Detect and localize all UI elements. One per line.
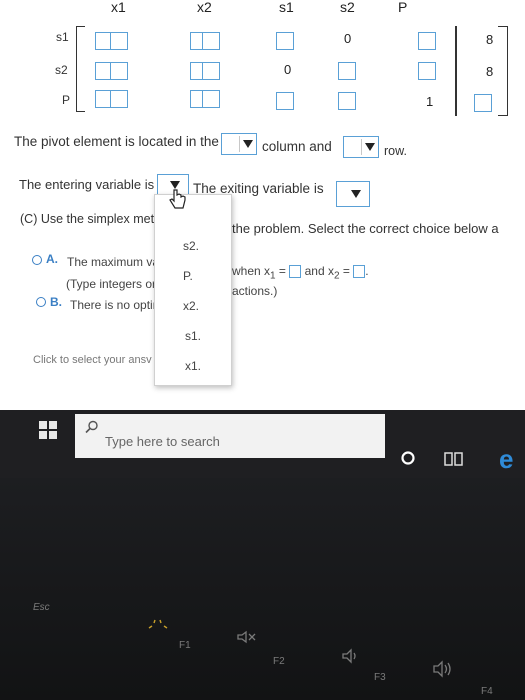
exiting-variable-dropdown[interactable] bbox=[336, 181, 370, 207]
key-f1: F1 bbox=[179, 640, 191, 651]
browser-screen: x1 x2 s1 s2 P s1 s2 P 0 8 0 8 1 The pivo… bbox=[0, 0, 525, 478]
pivot-text-mid: column and bbox=[262, 139, 332, 154]
taskbar-search-box[interactable]: Type here to search bbox=[75, 414, 385, 458]
windows-taskbar: Type here to search e bbox=[0, 410, 525, 478]
row-header-s2: s2 bbox=[55, 63, 68, 77]
cell-r2-s1-input[interactable] bbox=[276, 92, 294, 110]
dropdown-separator bbox=[361, 139, 362, 155]
pivot-column-dropdown[interactable] bbox=[221, 133, 257, 155]
cell-r0-rhs: 8 bbox=[486, 32, 494, 47]
row-header-p: P bbox=[62, 93, 71, 107]
windows-start-icon[interactable] bbox=[38, 420, 58, 440]
header-s1: s1 bbox=[279, 0, 294, 15]
mute-icon bbox=[237, 630, 256, 644]
cell-r1-s2-input[interactable] bbox=[338, 62, 356, 80]
option-x1[interactable]: x1. bbox=[185, 359, 201, 373]
choice-a-letter: A. bbox=[46, 252, 58, 266]
cell-r1-p-input[interactable] bbox=[418, 62, 436, 80]
choice-a-radio[interactable] bbox=[32, 255, 42, 265]
choice-a-hint-end: actions.) bbox=[232, 284, 278, 298]
cell-r0-s1-input[interactable] bbox=[276, 32, 294, 50]
volume-up-icon bbox=[433, 660, 451, 678]
choice-a-text: The maximum va bbox=[67, 255, 160, 269]
cell-r0-x2b-input[interactable] bbox=[202, 32, 220, 50]
entering-text: The entering variable is bbox=[19, 177, 155, 192]
edge-browser-icon[interactable]: e bbox=[498, 446, 524, 472]
choice-a-and: and x bbox=[304, 264, 334, 278]
cell-r1-s1: 0 bbox=[284, 62, 292, 77]
task-view-icon[interactable] bbox=[444, 450, 464, 468]
choice-a-solution-line: when x1 = and x2 = . bbox=[232, 264, 369, 282]
cell-r2-x1b-input[interactable] bbox=[110, 90, 128, 108]
hand-cursor-icon bbox=[169, 189, 186, 209]
part-c-text-start: (C) Use the simplex met bbox=[20, 212, 155, 226]
entering-variable-options: s2. P. x2. s1. x1. bbox=[154, 194, 232, 386]
laptop-keyboard: Esc F1 F2 F3 F4 bbox=[0, 478, 525, 700]
cell-r1-rhs: 8 bbox=[486, 64, 494, 79]
cell-r2-s2-input[interactable] bbox=[338, 92, 356, 110]
cell-r2-rhs-input[interactable] bbox=[474, 94, 492, 112]
pivot-text-end: row. bbox=[384, 144, 407, 158]
key-esc: Esc bbox=[33, 602, 50, 613]
option-s1[interactable]: s1. bbox=[185, 329, 201, 343]
cell-r0-p-input[interactable] bbox=[418, 32, 436, 50]
svg-text:e: e bbox=[499, 446, 513, 472]
caret-down-icon bbox=[243, 140, 253, 148]
choice-b-radio[interactable] bbox=[36, 297, 46, 307]
key-f3: F3 bbox=[374, 672, 386, 683]
caret-down-icon bbox=[365, 143, 375, 151]
key-f4: F4 bbox=[481, 686, 493, 697]
choice-a-hint-start: (Type integers or bbox=[66, 277, 157, 291]
x2-value-input[interactable] bbox=[353, 265, 366, 279]
choice-a-eq2: = bbox=[339, 264, 350, 278]
cell-r0-s2: 0 bbox=[344, 31, 352, 46]
pivot-text-start: The pivot element is located in the bbox=[14, 134, 219, 149]
option-p[interactable]: P. bbox=[183, 269, 193, 283]
search-icon bbox=[85, 420, 98, 434]
cortana-icon[interactable] bbox=[400, 450, 416, 466]
caret-down-icon bbox=[351, 190, 361, 198]
x1-value-input[interactable] bbox=[289, 265, 302, 279]
header-x1: x1 bbox=[111, 0, 126, 15]
matrix-left-bracket bbox=[76, 26, 85, 112]
header-s2: s2 bbox=[340, 0, 355, 15]
choice-b-text: There is no optim bbox=[70, 298, 163, 312]
dropdown-separator bbox=[239, 136, 240, 152]
cell-r2-x2b-input[interactable] bbox=[202, 90, 220, 108]
cell-r2-p: 1 bbox=[426, 94, 434, 109]
search-placeholder: Type here to search bbox=[105, 434, 220, 449]
matrix-divider bbox=[455, 26, 457, 116]
row-header-s1: s1 bbox=[56, 30, 69, 44]
header-p: P bbox=[398, 0, 408, 15]
click-to-select-hint: Click to select your ansv bbox=[33, 354, 152, 366]
matrix-right-bracket bbox=[498, 26, 508, 116]
cell-r1-x1b-input[interactable] bbox=[110, 62, 128, 80]
pivot-row-dropdown[interactable] bbox=[343, 136, 379, 158]
choice-b-letter: B. bbox=[50, 295, 62, 309]
choice-a-eq: = bbox=[275, 264, 286, 278]
brightness-icon bbox=[148, 619, 168, 629]
part-c-text-end: the problem. Select the correct choice b… bbox=[232, 221, 499, 236]
volume-down-icon bbox=[342, 648, 356, 664]
key-f2: F2 bbox=[273, 656, 285, 667]
cell-r1-x2b-input[interactable] bbox=[202, 62, 220, 80]
cell-r0-x1b-input[interactable] bbox=[110, 32, 128, 50]
option-s2[interactable]: s2. bbox=[183, 239, 199, 253]
header-x2: x2 bbox=[197, 0, 212, 15]
choice-a-when: when x bbox=[232, 264, 271, 278]
option-x2[interactable]: x2. bbox=[183, 299, 199, 313]
